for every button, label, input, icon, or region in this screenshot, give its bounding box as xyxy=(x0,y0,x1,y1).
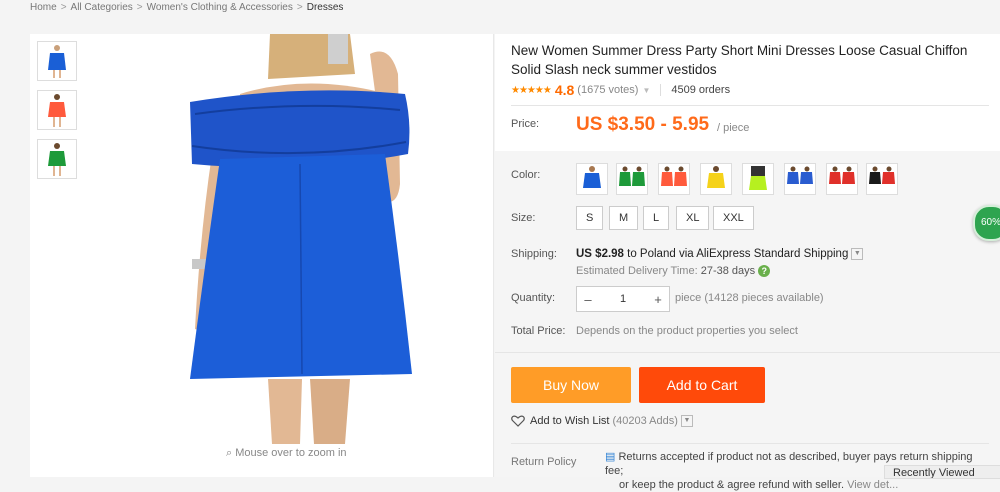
divider xyxy=(511,443,989,444)
product-info: New Women Summer Dress Party Short Mini … xyxy=(495,34,1000,491)
quantity-label: Quantity: xyxy=(511,292,556,304)
divider xyxy=(511,105,989,106)
wishlist-label[interactable]: Add to Wish List xyxy=(530,415,609,427)
heart-icon[interactable] xyxy=(511,415,525,427)
main-product-image[interactable] xyxy=(150,34,480,444)
size-option-xxl[interactable]: XXL xyxy=(713,206,754,230)
buy-now-button[interactable]: Buy Now xyxy=(511,367,631,403)
size-option-m[interactable]: M xyxy=(609,206,639,230)
breadcrumb-home[interactable]: Home xyxy=(30,2,57,13)
return-policy-label: Return Policy xyxy=(511,456,577,468)
quantity-stepper: – 1 + xyxy=(576,286,670,312)
return-doc-icon: ▤ xyxy=(605,451,616,463)
color-swatch-red[interactable] xyxy=(826,163,858,195)
shipping-cost: US $2.98 xyxy=(576,248,624,261)
breadcrumb-dresses[interactable]: Dresses xyxy=(307,2,344,13)
votes-count[interactable]: (1675 votes) xyxy=(577,84,638,96)
thumbnail-blue[interactable] xyxy=(37,41,77,81)
divider xyxy=(495,352,1000,353)
zoom-hint: ⌕ Mouse over to zoom in xyxy=(226,447,347,460)
minus-icon[interactable]: – xyxy=(577,292,599,307)
product-options: Color: Size: S M L XL XXL Shipping: US $… xyxy=(495,151,1000,491)
color-swatch-blue-pair[interactable] xyxy=(784,163,816,195)
divider xyxy=(660,84,662,96)
shipping-destination: to Poland via AliExpress Standard Shippi… xyxy=(623,248,849,261)
plus-icon[interactable]: + xyxy=(647,292,669,307)
question-icon[interactable]: ? xyxy=(758,265,771,278)
color-swatch-green[interactable] xyxy=(616,163,648,195)
color-swatch-neon-green[interactable] xyxy=(742,163,774,195)
quantity-input[interactable]: 1 xyxy=(599,293,647,305)
delivery-time: Estimated Delivery Time: 27-38 days ? xyxy=(576,265,771,278)
wishlist-count: (40203 Adds) xyxy=(612,415,678,427)
breadcrumb-separator: > xyxy=(136,2,143,13)
availability: piece (14128 pieces available) xyxy=(675,292,824,304)
view-details-link[interactable]: View det... xyxy=(847,479,898,491)
shipping-label: Shipping: xyxy=(511,248,557,260)
size-option-s[interactable]: S xyxy=(576,206,604,230)
breadcrumb-separator: > xyxy=(296,2,303,13)
product-title: New Women Summer Dress Party Short Mini … xyxy=(511,43,968,77)
thumbnail-green[interactable] xyxy=(37,139,77,179)
rating-score: 4.8 xyxy=(554,82,575,98)
return-line-2: or keep the product & agree refund with … xyxy=(619,479,845,491)
chevron-down-icon[interactable]: ▼ xyxy=(680,415,693,427)
size-option-xl[interactable]: XL xyxy=(676,206,710,230)
color-swatch-yellow[interactable] xyxy=(700,163,732,195)
price-unit: / piece xyxy=(717,122,750,134)
price-label: Price: xyxy=(511,118,540,130)
color-label: Color: xyxy=(511,169,541,181)
chevron-down-icon[interactable]: ▼ xyxy=(851,248,864,260)
total-price-label: Total Price: xyxy=(511,325,566,337)
breadcrumb-all-categories[interactable]: All Categories xyxy=(71,2,133,13)
delivery-days: 27-38 days xyxy=(700,265,756,277)
chevron-down-icon[interactable]: ▼ xyxy=(642,86,650,95)
size-option-l[interactable]: L xyxy=(643,206,670,230)
star-rating-icon: ★★★★★ xyxy=(511,84,552,96)
price-value: US $3.50 - 5.95 xyxy=(576,114,710,135)
magnifier-icon: ⌕ xyxy=(226,447,233,459)
breadcrumb-separator: > xyxy=(60,2,67,13)
thumbnail-orange[interactable] xyxy=(37,90,77,130)
size-label: Size: xyxy=(511,212,536,224)
add-to-cart-button[interactable]: Add to Cart xyxy=(639,367,765,403)
rating-row: ★★★★★ 4.8 (1675 votes) ▼ 4509 orders xyxy=(511,82,730,98)
wishlist-row[interactable]: Add to Wish List (40203 Adds) ▼ xyxy=(511,415,693,427)
zoom-hint-text: Mouse over to zoom in xyxy=(235,447,347,459)
product-gallery: ⌕ Mouse over to zoom in xyxy=(30,34,494,477)
shipping-info[interactable]: US $2.98 to Poland via AliExpress Standa… xyxy=(576,248,864,261)
total-price-text: Depends on the product properties you se… xyxy=(576,325,798,337)
color-swatch-orange[interactable] xyxy=(658,163,690,195)
recently-viewed-label: Recently Viewed xyxy=(893,467,975,479)
delivery-label: Estimated Delivery Time: xyxy=(576,265,698,277)
breadcrumb: Home > All Categories > Women's Clothing & A… xyxy=(30,0,343,16)
color-swatch-black[interactable] xyxy=(866,163,898,195)
breadcrumb-womens-clothing[interactable]: Women's Clothing & Accessories xyxy=(147,2,293,13)
progress-badge[interactable]: 60% xyxy=(973,205,1000,241)
color-swatch-blue[interactable] xyxy=(576,163,608,195)
orders-count: 4509 orders xyxy=(671,84,731,96)
